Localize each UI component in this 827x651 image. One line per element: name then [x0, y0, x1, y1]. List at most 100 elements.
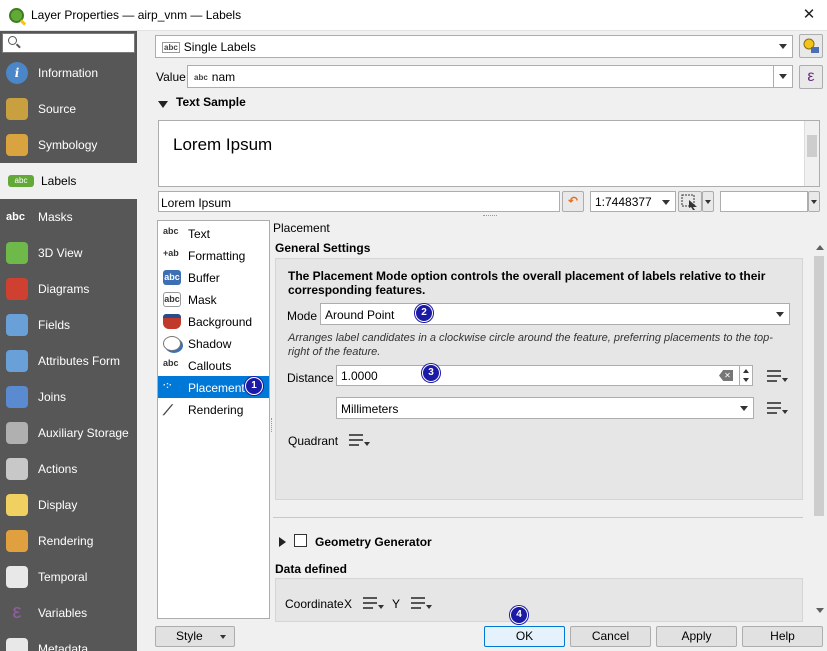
sidebar-item-rendering[interactable]: Rendering — [0, 523, 137, 559]
general-settings-group: The Placement Mode option controls the o… — [275, 258, 803, 500]
string-field-icon: abc — [194, 73, 208, 82]
sidebar-search-input[interactable] — [2, 33, 135, 53]
renderer-mode-value: Single Labels — [183, 40, 256, 54]
expression-button[interactable]: ε — [799, 65, 823, 89]
apply-button[interactable]: Apply — [656, 626, 737, 647]
data-defined-override-icon[interactable] — [347, 432, 370, 448]
value-field-combo[interactable]: abc nam — [187, 65, 793, 88]
sidebar-item-symbology[interactable]: Symbology — [0, 127, 137, 163]
placement-mode-value: Around Point — [325, 308, 395, 322]
sidebar-item-3d-view[interactable]: 3D View — [0, 235, 137, 271]
search-icon — [8, 36, 17, 45]
sidebar-item-diagrams[interactable]: Diagrams — [0, 271, 137, 307]
scale-menu-button[interactable] — [702, 191, 714, 212]
tab-callouts[interactable]: abc Callouts — [158, 354, 269, 376]
data-defined-override-icon[interactable] — [409, 595, 432, 611]
title-bar: Layer Properties — airp_vnm — Labels ✕ — [0, 0, 827, 31]
sample-text-input[interactable]: Lorem Ipsum — [158, 191, 560, 212]
formatting-icon: +ab — [163, 248, 179, 258]
renderer-mode-combo[interactable]: abc Single Labels — [155, 35, 793, 58]
text-icon: abc — [163, 226, 179, 236]
sidebar-item-source[interactable]: Source — [0, 91, 137, 127]
sidebar-item-auxiliary-storage[interactable]: Auxiliary Storage — [0, 415, 137, 451]
chevron-down-icon — [811, 200, 817, 204]
buffer-icon: abc — [163, 270, 181, 285]
preview-scrollbar[interactable] — [804, 121, 819, 186]
text-sample-heading: Text Sample — [176, 95, 246, 109]
sidebar-item-display[interactable]: Display — [0, 487, 137, 523]
tab-rendering[interactable]: ⟋ Rendering — [158, 398, 269, 420]
tab-label: Buffer — [188, 271, 220, 285]
sidebar-item-joins[interactable]: Joins — [0, 379, 137, 415]
scroll-down-icon[interactable] — [816, 608, 824, 613]
map-scale-button[interactable] — [678, 191, 702, 212]
label-settings-tabs: abc Text +ab Formatting abc Buffer abc Mask Back… — [157, 220, 270, 619]
sidebar-item-metadata[interactable]: Metadata — [0, 631, 137, 651]
sidebar-item-actions[interactable]: Actions — [0, 451, 137, 487]
window-title: Layer Properties — airp_vnm — Labels — [31, 8, 242, 22]
info-icon: i — [6, 62, 28, 84]
tab-label: Placement — [188, 381, 245, 395]
wrench-icon — [6, 98, 28, 120]
form-icon — [6, 350, 28, 372]
distance-stepper[interactable] — [739, 365, 753, 386]
mask-icon: abc — [6, 211, 25, 223]
sidebar-item-label: Temporal — [38, 570, 88, 584]
cancel-button[interactable]: Cancel — [570, 626, 651, 647]
sidebar-item-variables[interactable]: ε Variables — [0, 595, 137, 631]
collapse-icon[interactable] — [158, 101, 168, 108]
placement-mode-combo[interactable]: Around Point — [320, 303, 790, 325]
expand-icon[interactable] — [279, 537, 286, 547]
distance-unit-value: Millimeters — [341, 402, 399, 416]
brush-icon — [6, 134, 28, 156]
clear-icon[interactable]: ✕ — [719, 370, 733, 381]
sidebar-item-temporal[interactable]: Temporal — [0, 559, 137, 595]
chevron-down-icon — [779, 74, 787, 79]
distance-unit-combo[interactable]: Millimeters — [336, 397, 754, 419]
geometry-generator-checkbox[interactable] — [294, 534, 307, 547]
mode-help-text: Arranges label candidates in a clockwise… — [288, 332, 773, 358]
callouts-icon: abc — [163, 358, 179, 368]
sidebar-item-fields[interactable]: Fields — [0, 307, 137, 343]
tab-label: Shadow — [188, 337, 232, 351]
automated-placement-button[interactable] — [799, 34, 823, 58]
rendering-icon: ⟋ — [163, 402, 173, 418]
tab-formatting[interactable]: +ab Formatting — [158, 244, 269, 266]
tab-shadow[interactable]: Shadow — [158, 332, 269, 354]
tab-mask[interactable]: abc Mask — [158, 288, 269, 310]
sidebar-item-information[interactable]: i Information — [0, 55, 137, 91]
panel-scrollbar[interactable] — [812, 238, 827, 620]
placement-description: The Placement Mode option controls the o… — [288, 269, 766, 297]
tab-text[interactable]: abc Text — [158, 222, 269, 244]
style-button[interactable]: Style — [155, 626, 235, 647]
tab-label: Formatting — [188, 249, 246, 263]
tab-label: Mask — [188, 293, 217, 307]
labels-icon: abc — [8, 175, 34, 187]
sidebar-item-attributes-form[interactable]: Attributes Form — [0, 343, 137, 379]
data-defined-override-icon[interactable] — [361, 595, 384, 611]
data-defined-override-icon[interactable] — [765, 400, 788, 416]
tab-buffer[interactable]: abc Buffer — [158, 266, 269, 288]
scale-combo[interactable]: 1:7448377 — [590, 191, 676, 212]
scroll-up-icon[interactable] — [816, 245, 824, 250]
ok-button[interactable]: OK — [484, 626, 565, 647]
data-defined-override-icon[interactable] — [765, 368, 788, 384]
close-button[interactable]: ✕ — [799, 5, 819, 25]
background-color-menu[interactable] — [808, 191, 820, 212]
distance-value: 1.0000 — [341, 369, 378, 383]
sidebar-item-masks[interactable]: abc Masks — [0, 199, 137, 235]
scroll-thumb[interactable] — [814, 256, 824, 516]
splitter-handle[interactable] — [483, 215, 497, 217]
gear-icon — [6, 458, 28, 480]
background-color-field[interactable] — [720, 191, 808, 212]
epsilon-icon: ε — [807, 68, 815, 85]
sidebar-item-labels[interactable]: abc Labels — [0, 163, 137, 199]
scale-value: 1:7448377 — [595, 195, 652, 209]
distance-spinbox[interactable]: 1.0000 ✕ — [336, 365, 740, 386]
mode-label: Mode — [287, 309, 318, 323]
tab-background[interactable]: Background — [158, 310, 269, 332]
coordinate-label: Coordinate — [285, 597, 344, 611]
metadata-icon — [6, 638, 28, 651]
reset-sample-button[interactable]: ↶ — [562, 191, 584, 212]
help-button[interactable]: Help — [742, 626, 823, 647]
